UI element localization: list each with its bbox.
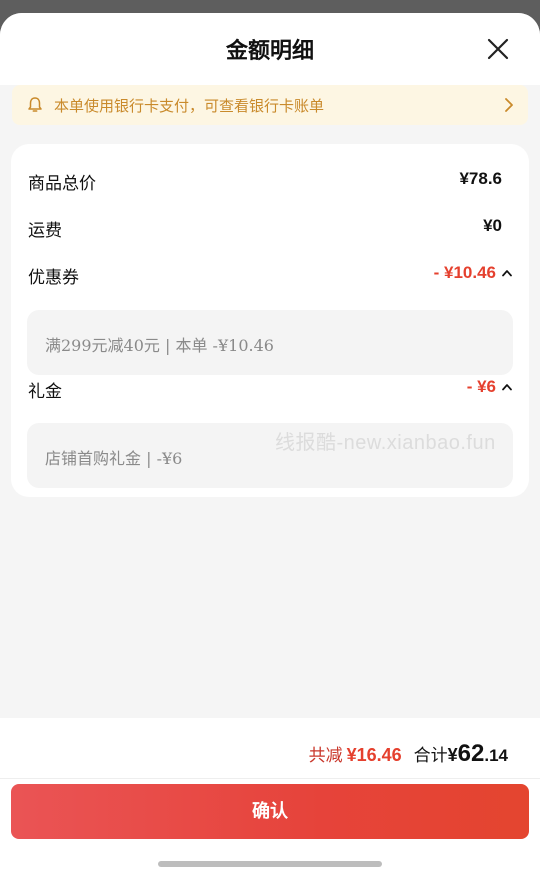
goods-total-label: 商品总价: [28, 174, 96, 194]
bank-card-notice[interactable]: 本单使用银行卡支付，可查看银行卡账单: [12, 85, 528, 125]
chevron-up-icon[interactable]: [502, 383, 512, 391]
gift-label: 礼金: [28, 382, 62, 402]
total-decimal: .14: [484, 746, 508, 765]
coupon-value: - ¥10.46: [433, 263, 496, 282]
shipping-value: ¥0: [483, 216, 502, 235]
sheet-title: 金额明细: [225, 38, 314, 64]
watermark: 线报酷-new.xianbao.fun: [275, 432, 496, 454]
goods-total-value: ¥78.6: [459, 169, 502, 188]
shipping-row: 运费 ¥0: [28, 214, 512, 242]
price-summary: 共减 ¥16.46 合计 ¥ 62 .14: [309, 740, 508, 768]
gift-value: - ¥6: [466, 377, 496, 396]
sheet-header: 金额明细: [0, 13, 540, 85]
home-indicator: [158, 861, 382, 867]
bell-icon: [28, 97, 42, 112]
chevron-up-icon[interactable]: [502, 269, 512, 277]
chevron-right-icon: [505, 98, 513, 112]
gift-detail-text: 店铺首购礼金 | -¥6: [45, 449, 183, 468]
saved-amount: ¥16.46: [346, 745, 402, 765]
coupon-label: 优惠券: [28, 268, 79, 288]
amount-detail-sheet: 金额明细 本单使用银行卡支付，可查看银行卡账单 商品总价 ¥78.6 运费 ¥0…: [0, 13, 540, 877]
total-currency: ¥: [447, 745, 458, 765]
coupon-row[interactable]: 优惠券 - ¥10.46: [28, 261, 512, 289]
gift-row[interactable]: 礼金 - ¥6: [28, 375, 512, 403]
total-integer: 62: [457, 740, 485, 767]
shipping-label: 运费: [28, 221, 62, 241]
confirm-button[interactable]: 确认: [11, 784, 529, 839]
coupon-detail-box: 满299元减40元 | 本单 -¥10.46: [27, 310, 513, 375]
divider: [0, 778, 540, 779]
notice-text: 本单使用银行卡支付，可查看银行卡账单: [54, 96, 325, 115]
close-icon[interactable]: [484, 35, 512, 63]
coupon-detail-text: 满299元减40元 | 本单 -¥10.46: [45, 336, 274, 355]
saved-label: 共减: [308, 746, 343, 766]
footer-bar: 共减 ¥16.46 合计 ¥ 62 .14 确认: [0, 718, 540, 877]
total-label: 合计: [413, 746, 448, 766]
goods-total-row: 商品总价 ¥78.6: [28, 167, 512, 195]
